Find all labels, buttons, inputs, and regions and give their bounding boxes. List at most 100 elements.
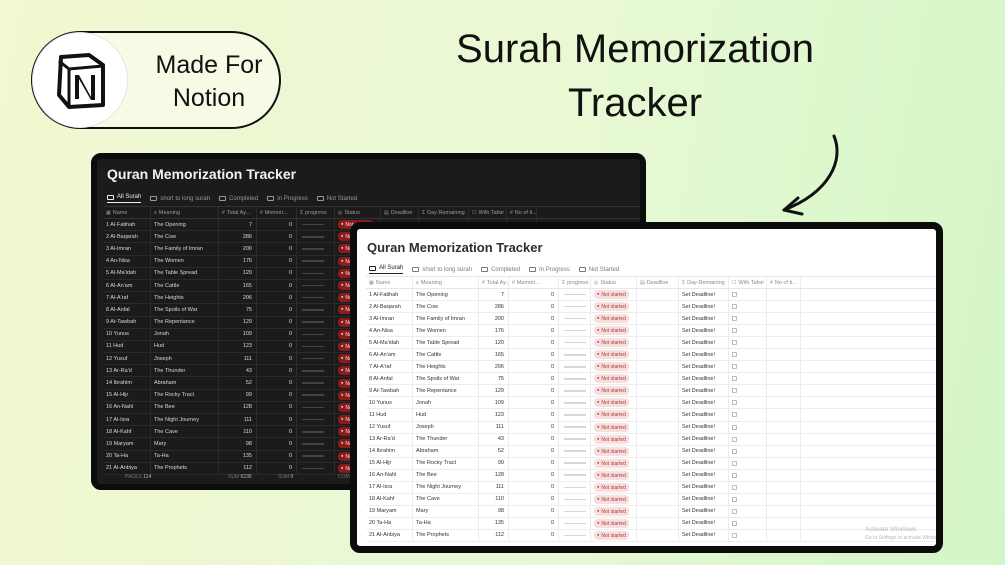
checkbox[interactable] <box>732 328 737 334</box>
memorized-value[interactable]: 0 <box>257 389 297 401</box>
checkbox[interactable] <box>732 304 737 310</box>
status-cell[interactable]: Not started <box>591 397 637 409</box>
status-cell[interactable]: Not started <box>591 289 637 301</box>
memorized-value[interactable]: 0 <box>257 267 297 279</box>
deadline-cell[interactable] <box>637 373 679 385</box>
column-header-meaning[interactable]: ≡ Meaning <box>413 277 479 288</box>
tab-not-started[interactable]: Not Started <box>316 194 357 203</box>
tab-short-to-long-surah[interactable]: short to long surah <box>412 265 472 274</box>
surah-name[interactable]: 20 Ta-Ha <box>103 450 151 462</box>
column-header-name[interactable]: ▦ Name <box>103 207 151 218</box>
deadline-cell[interactable] <box>637 517 679 529</box>
surah-name[interactable]: 1 Al-Fatihah <box>366 289 413 301</box>
checkbox[interactable] <box>732 292 737 298</box>
table-row[interactable]: 21 Al-AnbiyaThe Prophets1120 Not started S… <box>366 529 936 542</box>
memorized-value[interactable]: 0 <box>509 481 559 493</box>
column-header-deadline[interactable]: ▤ Deadline <box>381 207 419 218</box>
with-tafsir-cell[interactable] <box>729 373 767 385</box>
table-row[interactable]: 18 Al-KahfThe Cave1100 Not started Set Dea… <box>366 493 936 506</box>
no-of-times-cell[interactable] <box>767 349 801 361</box>
checkbox[interactable] <box>732 316 737 322</box>
tab-all-surah[interactable]: All Surah <box>369 265 404 274</box>
surah-name[interactable]: 13 Ar-Ra'd <box>103 365 151 377</box>
status-cell[interactable]: Not started <box>591 517 637 529</box>
checkbox[interactable] <box>732 472 737 478</box>
no-of-times-cell[interactable] <box>767 313 801 325</box>
table-row[interactable]: 2 Al-BaqarahThe Cow2860 Not started Set De… <box>366 301 936 314</box>
no-of-times-cell[interactable] <box>767 337 801 349</box>
deadline-cell[interactable] <box>637 493 679 505</box>
deadline-cell[interactable] <box>637 325 679 337</box>
memorized-value[interactable]: 0 <box>509 505 559 517</box>
memorized-value[interactable]: 0 <box>509 409 559 421</box>
tab-completed[interactable]: Completed <box>481 265 520 274</box>
status-cell[interactable]: Not started <box>591 349 637 361</box>
no-of-times-cell[interactable] <box>767 433 801 445</box>
memorized-value[interactable]: 0 <box>509 289 559 301</box>
status-cell[interactable]: Not started <box>591 301 637 313</box>
table-row[interactable]: 3 Al-ImranThe Family of Imran2000 Not sta… <box>366 313 936 326</box>
tab-completed[interactable]: Completed <box>219 194 258 203</box>
table-row[interactable]: 19 MaryamMary980 Not started Set Deadline! <box>366 505 936 518</box>
surah-name[interactable]: 8 Al-Anfal <box>103 304 151 316</box>
no-of-times-cell[interactable] <box>767 505 801 517</box>
with-tafsir-cell[interactable] <box>729 337 767 349</box>
tab-short-to-long-surah[interactable]: short to long surah <box>150 194 210 203</box>
column-header-total-ayat[interactable]: # Total Ay... <box>479 277 509 288</box>
memorized-value[interactable]: 0 <box>257 255 297 267</box>
column-header-total-ayat[interactable]: # Total Ay... <box>219 207 257 218</box>
memorized-value[interactable]: 0 <box>509 445 559 457</box>
with-tafsir-cell[interactable] <box>729 313 767 325</box>
with-tafsir-cell[interactable] <box>729 505 767 517</box>
with-tafsir-cell[interactable] <box>729 457 767 469</box>
surah-name[interactable]: 10 Yunus <box>366 397 413 409</box>
surah-name[interactable]: 10 Yunus <box>103 328 151 340</box>
checkbox[interactable] <box>732 520 737 526</box>
memorized-value[interactable]: 0 <box>257 401 297 413</box>
status-cell[interactable]: Not started <box>591 469 637 481</box>
no-of-times-cell[interactable] <box>767 397 801 409</box>
table-row[interactable]: 8 Al-AnfalThe Spoils of War750 Not starte… <box>366 373 936 386</box>
no-of-times-cell[interactable] <box>767 481 801 493</box>
memorized-value[interactable]: 0 <box>257 377 297 389</box>
surah-name[interactable]: 16 An-Nahl <box>366 469 413 481</box>
surah-name[interactable]: 12 Yusuf <box>103 353 151 365</box>
deadline-cell[interactable] <box>637 397 679 409</box>
table-row[interactable]: 13 Ar-Ra'dThe Thunder430 Not started Set D… <box>366 433 936 446</box>
status-cell[interactable]: Not started <box>591 505 637 517</box>
tab-all-surah[interactable]: All Surah <box>107 194 142 203</box>
memorized-value[interactable]: 0 <box>509 349 559 361</box>
checkbox[interactable] <box>732 484 737 490</box>
memorized-value[interactable]: 0 <box>257 438 297 450</box>
no-of-times-cell[interactable] <box>767 469 801 481</box>
table-row[interactable]: 15 Al-HijrThe Rocky Tract990 Not started S… <box>366 457 936 470</box>
memorized-value[interactable]: 0 <box>509 301 559 313</box>
column-header-status[interactable]: ◎ Status <box>335 207 381 218</box>
tab-not-started[interactable]: Not Started <box>578 265 619 274</box>
surah-name[interactable]: 12 Yusuf <box>366 421 413 433</box>
deadline-cell[interactable] <box>637 505 679 517</box>
with-tafsir-cell[interactable] <box>729 301 767 313</box>
memorized-value[interactable]: 0 <box>257 340 297 353</box>
memorized-value[interactable]: 0 <box>509 493 559 505</box>
column-header-with-tafsir[interactable]: ☐ With Tafsir <box>469 207 507 218</box>
deadline-cell[interactable] <box>637 409 679 421</box>
table-row[interactable]: 1 Al-FatihahThe Opening70 Not started Set … <box>366 289 936 302</box>
column-header-with-tafsir[interactable]: ☐ With Tafsir <box>729 277 767 288</box>
column-header-progress[interactable]: Σprogress <box>297 207 335 218</box>
deadline-cell[interactable] <box>637 361 679 373</box>
with-tafsir-cell[interactable] <box>729 493 767 505</box>
memorized-value[interactable]: 0 <box>509 421 559 433</box>
surah-name[interactable]: 7 Al-A'raf <box>366 361 413 373</box>
no-of-times-cell[interactable] <box>767 409 801 421</box>
deadline-cell[interactable] <box>637 481 679 493</box>
checkbox[interactable] <box>732 496 737 502</box>
surah-name[interactable]: 9 At-Tawbah <box>366 385 413 397</box>
checkbox[interactable] <box>732 424 737 430</box>
checkbox[interactable] <box>732 448 737 454</box>
surah-name[interactable]: 1 Al-Fatihah <box>103 219 151 231</box>
with-tafsir-cell[interactable] <box>729 469 767 481</box>
memorized-value[interactable]: 0 <box>509 361 559 373</box>
table-row[interactable]: 16 An-NahlThe Bee1280 Not started Set Dead… <box>366 469 936 482</box>
table-row[interactable]: 14 IbrahimAbraham520 Not started Set Deadl… <box>366 445 936 458</box>
